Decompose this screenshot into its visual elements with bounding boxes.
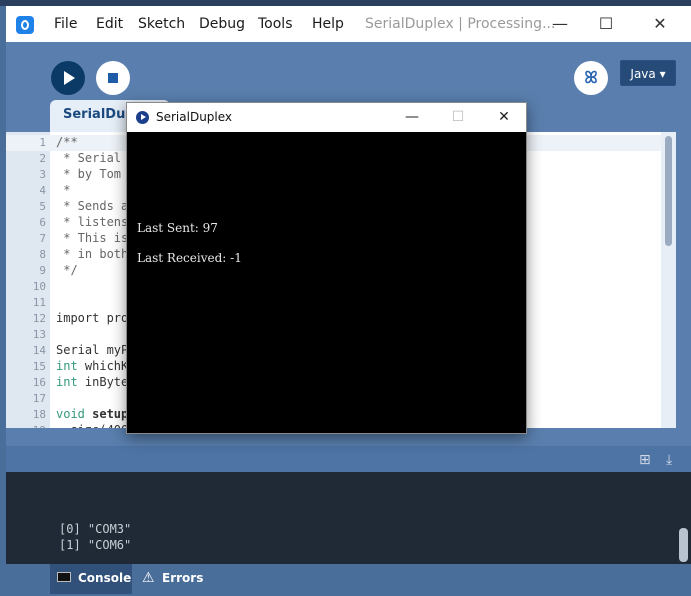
code-text: inByte bbox=[77, 375, 129, 389]
line-number: 15 bbox=[32, 360, 46, 373]
sketch-window-title: SerialDuplex bbox=[156, 110, 233, 124]
menu-help[interactable]: Help bbox=[312, 6, 344, 42]
tab-errors-label: Errors bbox=[162, 571, 204, 585]
window-title: SerialDuplex | Processing... bbox=[365, 16, 556, 32]
line-number: 11 bbox=[32, 296, 46, 309]
code-line: import pro bbox=[56, 311, 129, 325]
line-number: 2 bbox=[39, 152, 46, 165]
minimize-button[interactable]: — bbox=[537, 6, 583, 42]
code-keyword: void bbox=[56, 407, 85, 421]
last-received-text: Last Received: -1 bbox=[137, 251, 242, 265]
code-text: setup bbox=[84, 407, 129, 421]
code-text: whichK bbox=[77, 359, 129, 373]
mode-selector[interactable]: Java ▾ bbox=[620, 60, 676, 86]
menu-sketch[interactable]: Sketch bbox=[138, 6, 185, 42]
code-line: * This is bbox=[56, 231, 129, 245]
line-number: 13 bbox=[32, 328, 46, 341]
console-line: [1] "COM6" bbox=[59, 538, 132, 552]
line-number: 1 bbox=[39, 136, 46, 149]
sketch-maximize-button[interactable]: ☐ bbox=[435, 103, 481, 132]
last-sent-text: Last Sent: 97 bbox=[137, 221, 218, 235]
stop-button[interactable] bbox=[96, 61, 130, 95]
line-number: 12 bbox=[32, 312, 46, 325]
sketch-window: SerialDuplex — ☐ ✕ Last Sent: 97 Last Re… bbox=[126, 102, 527, 434]
menu-edit[interactable]: Edit bbox=[96, 6, 123, 42]
sketch-close-button[interactable]: ✕ bbox=[481, 103, 527, 132]
code-line: Serial myP bbox=[56, 343, 129, 357]
code-line: * Sends a bbox=[56, 199, 129, 213]
line-number: 4 bbox=[39, 184, 46, 197]
line-number: 7 bbox=[39, 232, 46, 245]
sketch-minimize-button[interactable]: — bbox=[389, 103, 435, 132]
code-line: void setup bbox=[56, 407, 128, 421]
line-number: 5 bbox=[39, 200, 46, 213]
console-divider[interactable]: ⊞ ⤓ bbox=[6, 446, 691, 472]
warning-icon: ⚠ bbox=[142, 570, 155, 586]
processing-java-icon bbox=[136, 111, 149, 124]
close-button[interactable]: ✕ bbox=[637, 6, 683, 42]
bottom-tabs: Console ⚠ Errors bbox=[6, 564, 691, 596]
run-button[interactable] bbox=[51, 61, 85, 95]
console-line: [0] "COM3" bbox=[59, 522, 132, 536]
code-line: size(400 bbox=[56, 423, 128, 428]
line-number: 8 bbox=[39, 248, 46, 261]
tab-console[interactable]: Console bbox=[50, 564, 132, 594]
console-output: [0] "COM3" [1] "COM6" bbox=[6, 472, 676, 564]
processing-app-icon bbox=[16, 16, 34, 34]
line-number: 16 bbox=[32, 376, 46, 389]
toolbar: ꕤ Java ▾ bbox=[6, 42, 691, 106]
code-line: * in both bbox=[56, 247, 129, 261]
line-number: 17 bbox=[32, 392, 46, 405]
code-line: * by Tom bbox=[56, 167, 122, 181]
console-icon bbox=[57, 572, 71, 582]
debugger-button[interactable]: ꕤ bbox=[574, 61, 608, 95]
line-number: 14 bbox=[32, 344, 46, 357]
editor-scrollbar[interactable] bbox=[661, 132, 676, 428]
line-number: 10 bbox=[32, 280, 46, 293]
line-number: 9 bbox=[39, 264, 46, 277]
code-keyword: int bbox=[56, 359, 78, 373]
line-number: 18 bbox=[32, 408, 46, 421]
collapse-console-icon[interactable]: ⤓ bbox=[666, 452, 672, 468]
menu-tools[interactable]: Tools bbox=[258, 6, 293, 42]
code-line: /** bbox=[56, 135, 78, 149]
console-scrollbar-thumb[interactable] bbox=[679, 528, 688, 562]
line-number: 6 bbox=[39, 216, 46, 229]
menu-debug[interactable]: Debug bbox=[199, 6, 245, 42]
console-scrollbar[interactable] bbox=[676, 472, 691, 564]
line-number: 19 bbox=[6, 424, 46, 428]
code-line: int inByte bbox=[56, 375, 128, 389]
maximize-button[interactable]: ☐ bbox=[583, 6, 629, 42]
code-keyword: int bbox=[56, 375, 78, 389]
code-line: */ bbox=[56, 263, 78, 277]
code-line: * bbox=[56, 183, 71, 197]
tab-console-label: Console bbox=[78, 571, 132, 585]
code-line: int whichK bbox=[56, 359, 128, 373]
copy-icon[interactable]: ⊞ bbox=[639, 452, 651, 468]
sketch-titlebar[interactable]: SerialDuplex — ☐ ✕ bbox=[127, 103, 526, 132]
editor-scrollbar-thumb[interactable] bbox=[665, 136, 672, 246]
code-line: * listens bbox=[56, 215, 129, 229]
menu-bar: File Edit Sketch Debug Tools Help Serial… bbox=[6, 6, 691, 42]
menu-file[interactable]: File bbox=[54, 6, 77, 42]
code-line: * Serial bbox=[56, 151, 122, 165]
line-number: 3 bbox=[39, 168, 46, 181]
